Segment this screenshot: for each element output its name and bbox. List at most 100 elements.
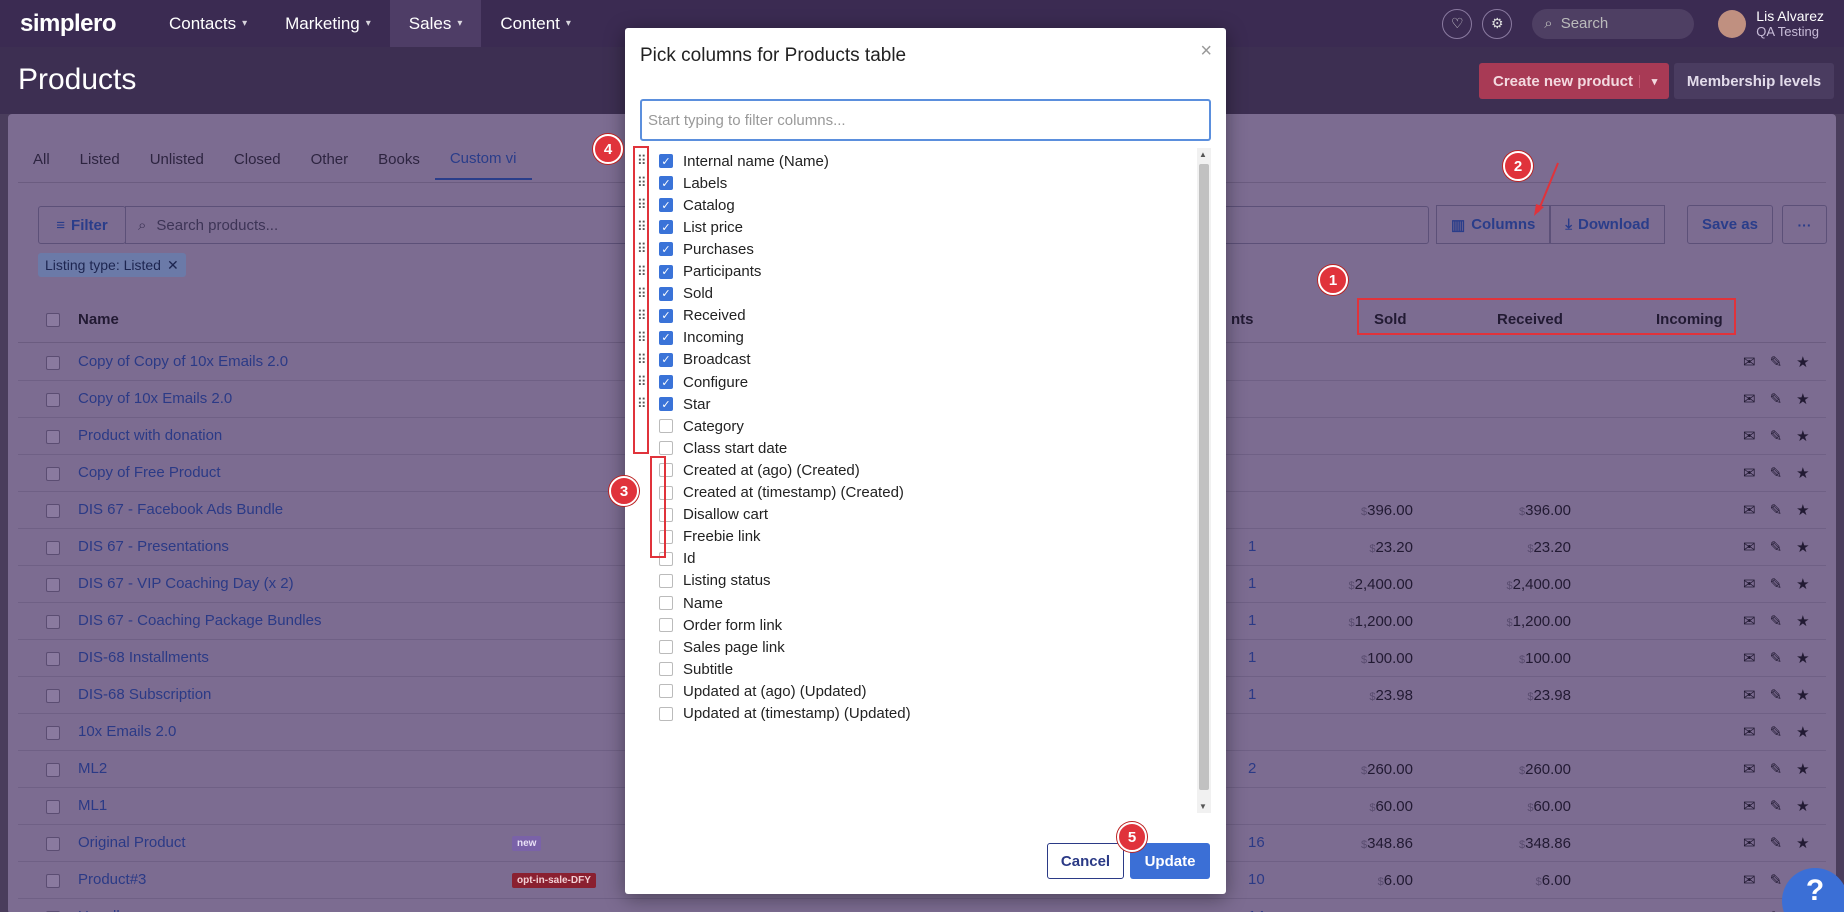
- tab-other[interactable]: Other: [296, 138, 364, 180]
- configure-wrench-icon[interactable]: ✎: [1770, 797, 1783, 815]
- configure-wrench-icon[interactable]: ✎: [1770, 464, 1783, 482]
- column-checkbox-unchecked[interactable]: [659, 662, 673, 677]
- star-icon[interactable]: ★: [1796, 612, 1809, 630]
- product-name-link[interactable]: Original Product: [78, 834, 186, 851]
- star-icon[interactable]: ★: [1796, 427, 1809, 445]
- star-icon[interactable]: ★: [1796, 760, 1809, 778]
- product-name-link[interactable]: DIS 67 - Facebook Ads Bundle: [78, 501, 283, 518]
- configure-wrench-icon[interactable]: ✎: [1770, 538, 1783, 556]
- column-checkbox-unchecked[interactable]: [659, 684, 673, 699]
- star-icon[interactable]: ★: [1796, 723, 1809, 741]
- column-checkbox-checked[interactable]: ✓: [659, 375, 673, 389]
- column-checkbox-checked[interactable]: ✓: [659, 176, 673, 191]
- product-name-link[interactable]: ML1: [78, 797, 107, 814]
- column-checkbox-unchecked[interactable]: [659, 618, 673, 633]
- remove-filter-icon[interactable]: ✕: [167, 257, 179, 274]
- select-all-checkbox[interactable]: [46, 313, 60, 327]
- app-logo[interactable]: simplero: [20, 10, 150, 38]
- broadcast-envelope-icon[interactable]: ✉: [1743, 575, 1756, 593]
- row-checkbox[interactable]: [46, 541, 60, 555]
- broadcast-envelope-icon[interactable]: ✉: [1743, 353, 1756, 371]
- product-name-link[interactable]: Product#3: [78, 871, 146, 888]
- scrollbar-thumb[interactable]: [1199, 164, 1209, 790]
- column-checkbox-unchecked[interactable]: [659, 596, 673, 610]
- configure-wrench-icon[interactable]: ✎: [1770, 501, 1783, 519]
- star-icon[interactable]: ★: [1796, 353, 1809, 371]
- column-checkbox-checked[interactable]: ✓: [659, 198, 673, 213]
- broadcast-envelope-icon[interactable]: ✉: [1743, 760, 1756, 778]
- row-checkbox[interactable]: [46, 837, 60, 851]
- caret-down-icon[interactable]: ▾: [1639, 74, 1669, 88]
- broadcast-envelope-icon[interactable]: ✉: [1743, 501, 1756, 519]
- tab-all[interactable]: All: [18, 138, 65, 180]
- scroll-up-icon[interactable]: ▲: [1199, 150, 1207, 159]
- broadcast-envelope-icon[interactable]: ✉: [1743, 723, 1756, 741]
- settings-gear-icon[interactable]: ⚙: [1482, 8, 1513, 39]
- product-name-link[interactable]: DIS 67 - Coaching Package Bundles: [78, 612, 321, 629]
- configure-wrench-icon[interactable]: ✎: [1770, 686, 1783, 704]
- create-new-product-button[interactable]: Create new product ▾: [1479, 63, 1669, 99]
- filter-button[interactable]: ≡ Filter: [38, 206, 126, 244]
- column-checkbox-checked[interactable]: ✓: [659, 397, 673, 412]
- nav-contacts[interactable]: Contacts ▾: [150, 0, 266, 47]
- product-name-link[interactable]: DIS 67 - VIP Coaching Day (x 2): [78, 575, 294, 592]
- product-name-link[interactable]: Copy of 10x Emails 2.0: [78, 390, 232, 407]
- broadcast-envelope-icon[interactable]: ✉: [1743, 834, 1756, 852]
- broadcast-envelope-icon[interactable]: ✉: [1743, 649, 1756, 667]
- broadcast-envelope-icon[interactable]: ✉: [1743, 538, 1756, 556]
- star-icon[interactable]: ★: [1796, 501, 1809, 519]
- broadcast-envelope-icon[interactable]: ✉: [1743, 427, 1756, 445]
- cancel-button[interactable]: Cancel: [1047, 843, 1124, 879]
- broadcast-envelope-icon[interactable]: ✉: [1743, 797, 1756, 815]
- row-checkbox[interactable]: [46, 356, 60, 370]
- product-name-link[interactable]: Upsell: [78, 908, 120, 912]
- row-checkbox[interactable]: [46, 874, 60, 888]
- star-icon[interactable]: ★: [1796, 575, 1809, 593]
- tab-custom-view[interactable]: Custom vi: [434, 138, 532, 180]
- global-search[interactable]: ⌕ Search: [1532, 8, 1695, 39]
- row-checkbox[interactable]: [46, 615, 60, 629]
- configure-wrench-icon[interactable]: ✎: [1770, 427, 1783, 445]
- column-checkbox-unchecked[interactable]: [659, 640, 673, 655]
- update-button[interactable]: Update: [1130, 843, 1210, 879]
- tab-listed[interactable]: Listed: [65, 138, 135, 180]
- star-icon[interactable]: ★: [1796, 538, 1809, 556]
- star-icon[interactable]: ★: [1796, 464, 1809, 482]
- column-list-scrollbar[interactable]: ▲ ▼: [1197, 148, 1211, 813]
- product-name-link[interactable]: DIS 67 - Presentations: [78, 538, 229, 555]
- broadcast-envelope-icon[interactable]: ✉: [1743, 871, 1756, 889]
- table-row[interactable]: Upsell14$2,846.85$2,846.85✉✎★: [18, 899, 1826, 912]
- more-options-button[interactable]: ···: [1782, 205, 1827, 244]
- star-icon[interactable]: ★: [1796, 834, 1809, 852]
- column-checkbox-checked[interactable]: ✓: [659, 242, 673, 257]
- row-checkbox[interactable]: [46, 393, 60, 407]
- favorites-heart-icon[interactable]: ♡: [1442, 8, 1473, 39]
- row-checkbox[interactable]: [46, 578, 60, 592]
- configure-wrench-icon[interactable]: ✎: [1770, 723, 1783, 741]
- tab-closed[interactable]: Closed: [219, 138, 296, 180]
- column-filter-field[interactable]: [640, 99, 1211, 141]
- configure-wrench-icon[interactable]: ✎: [1770, 575, 1783, 593]
- row-checkbox[interactable]: [46, 800, 60, 814]
- row-checkbox[interactable]: [46, 504, 60, 518]
- configure-wrench-icon[interactable]: ✎: [1770, 649, 1783, 667]
- column-checkbox-unchecked[interactable]: [659, 573, 673, 588]
- configure-wrench-icon[interactable]: ✎: [1770, 834, 1783, 852]
- avatar[interactable]: [1718, 9, 1747, 38]
- column-checkbox-unchecked[interactable]: [659, 441, 673, 456]
- save-as-button[interactable]: Save as: [1687, 205, 1773, 244]
- configure-wrench-icon[interactable]: ✎: [1770, 908, 1783, 912]
- row-checkbox[interactable]: [46, 726, 60, 740]
- row-checkbox[interactable]: [46, 689, 60, 703]
- product-name-link[interactable]: 10x Emails 2.0: [78, 723, 176, 740]
- star-icon[interactable]: ★: [1796, 390, 1809, 408]
- column-header-name[interactable]: Name: [78, 311, 119, 328]
- broadcast-envelope-icon[interactable]: ✉: [1743, 686, 1756, 704]
- column-checkbox-checked[interactable]: ✓: [659, 308, 673, 323]
- column-checkbox-checked[interactable]: ✓: [659, 352, 673, 367]
- row-checkbox[interactable]: [46, 652, 60, 666]
- column-checkbox-checked[interactable]: ✓: [659, 264, 673, 279]
- configure-wrench-icon[interactable]: ✎: [1770, 390, 1783, 408]
- product-name-link[interactable]: Product with donation: [78, 427, 222, 444]
- broadcast-envelope-icon[interactable]: ✉: [1743, 464, 1756, 482]
